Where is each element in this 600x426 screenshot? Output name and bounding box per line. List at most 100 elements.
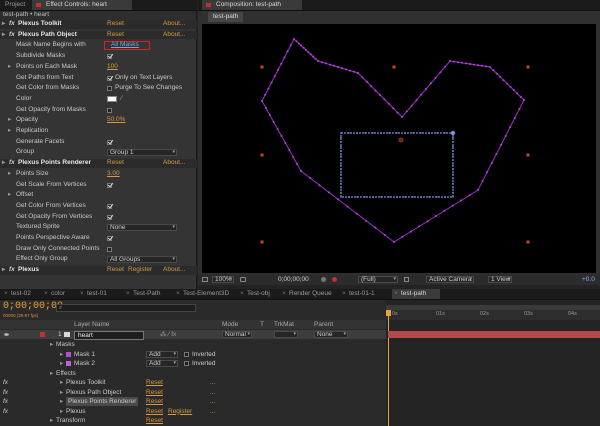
expand-triangle-icon[interactable]: ▸	[50, 340, 53, 349]
timeline-tab-test-path[interactable]: × test-path	[392, 289, 440, 299]
expand-triangle-icon[interactable]: ▸	[2, 20, 5, 29]
timeline-row-plexus-path-object[interactable]: fx ▸ Plexus Path Object Reset...	[0, 388, 386, 397]
checkbox[interactable]	[107, 214, 112, 220]
effect-row-plexus-toolkit[interactable]: ▸ fx Plexus Toolkit Reset About...	[0, 20, 197, 29]
timeline-tab-render-queue[interactable]: × Render Queue	[280, 289, 338, 299]
col-trkmat[interactable]: TrkMat	[274, 320, 294, 329]
timeline-timecode[interactable]: 0;00;00;00	[3, 301, 63, 312]
effect-row-color[interactable]: Color ⁄	[0, 95, 197, 104]
timeline-tab-test-01[interactable]: × test-01	[78, 289, 122, 299]
checkbox[interactable]	[107, 203, 112, 209]
property-value[interactable]: 100	[107, 63, 118, 72]
property-dropdown[interactable]: Group 1	[107, 149, 177, 157]
fx-icon[interactable]: fx	[9, 20, 15, 29]
show-snapshot-icon[interactable]	[321, 277, 326, 282]
effect-row-plexus-path-object[interactable]: ▸ fx Plexus Path Object Reset About...	[0, 30, 197, 40]
camera-snapshot-icon[interactable]	[240, 277, 246, 282]
reset-link[interactable]: Reset	[146, 416, 163, 425]
expand-triangle-icon[interactable]: ▸	[8, 191, 11, 200]
property-value[interactable]: 50.0%	[107, 116, 125, 125]
effect-row-plexus[interactable]: ▸ fx Plexus Reset Register About...	[0, 266, 197, 275]
layer-mode-dropdown[interactable]: Normal	[222, 331, 252, 338]
current-time-indicator[interactable]	[388, 310, 389, 426]
about-link[interactable]: About...	[163, 20, 185, 29]
property-dropdown[interactable]: All Groups	[107, 256, 177, 264]
mask-mode-dropdown[interactable]: Add	[146, 350, 178, 358]
effect-row-opacity[interactable]: ▸ Opacity 50.0%	[0, 116, 197, 125]
reset-link[interactable]: Reset	[146, 378, 163, 387]
effect-row-mask-name-begins-with[interactable]: Mask Name Begins with All Masks	[0, 41, 197, 51]
col-t[interactable]: T	[260, 320, 264, 329]
register-link[interactable]: Register	[168, 407, 192, 416]
timeline-row-transform[interactable]: ▸ Transform Reset	[0, 416, 386, 425]
fx-toggle-icon[interactable]: fx	[3, 397, 8, 406]
comp-viewer[interactable]	[198, 23, 600, 274]
timeline-tab-test-02[interactable]: × test-02	[2, 289, 40, 299]
col-parent[interactable]: Parent	[314, 320, 333, 329]
about-link[interactable]: About...	[163, 31, 185, 40]
effect-row-get-opacity-from-masks[interactable]: Get Opacity from Masks	[0, 106, 197, 115]
tab-close-icon[interactable]: ×	[126, 289, 130, 299]
tab-effect-controls[interactable]: Effect Controls: heart	[32, 0, 132, 10]
fx-toggle-icon[interactable]: fx	[3, 407, 8, 416]
tab-close-icon[interactable]: ×	[176, 289, 180, 299]
channel-icon[interactable]	[332, 277, 337, 282]
timeline-row-mask-2[interactable]: ▸ Mask 2 Add Inverted	[0, 359, 386, 368]
effect-row-group[interactable]: Group Group 1	[0, 148, 197, 157]
expand-triangle-icon[interactable]: ▸	[8, 127, 11, 136]
layer-parent-dropdown[interactable]: None	[314, 331, 348, 338]
reset-link[interactable]: Reset	[107, 31, 124, 40]
effect-row-points-on-each-mask[interactable]: ▸ Points on Each Mask 100	[0, 63, 197, 72]
checkbox[interactable]	[107, 139, 112, 145]
expand-triangle-icon[interactable]: ▸	[50, 416, 53, 425]
timeline-tab-test-path[interactable]: × Test-Path	[124, 289, 172, 299]
options-link[interactable]: ...	[210, 388, 215, 397]
color-swatch[interactable]	[107, 96, 117, 103]
fx-toggle-icon[interactable]: fx	[3, 388, 8, 397]
effect-row-draw-only-connected-points[interactable]: Draw Only Connected Points	[0, 245, 197, 254]
resolution-dropdown[interactable]: (Full)	[358, 276, 398, 283]
layer-color-label[interactable]	[40, 332, 45, 337]
mask-color-swatch[interactable]	[66, 361, 71, 366]
expand-triangle-icon[interactable]: ▸	[60, 397, 63, 406]
options-link[interactable]: ...	[210, 378, 215, 387]
timeline-search-input[interactable]: ⌕	[56, 304, 196, 312]
comp-canvas[interactable]	[198, 23, 600, 274]
expand-triangle-icon[interactable]: ▸	[8, 63, 11, 72]
expand-triangle-icon[interactable]: ▸	[50, 369, 53, 378]
expand-triangle-icon[interactable]: ▸	[60, 388, 63, 397]
checkbox[interactable]	[107, 236, 112, 241]
expand-triangle-icon[interactable]: ▸	[60, 378, 63, 387]
effect-row-get-paths-from-text[interactable]: Get Paths from Text Only on Text Layers	[0, 74, 197, 83]
timeline-graph[interactable]: 0s 01s 02s 03s 04s	[386, 300, 600, 426]
checkbox[interactable]	[107, 246, 112, 252]
checkbox[interactable]	[107, 54, 112, 60]
timeline-row-plexus[interactable]: fx ▸ Plexus Reset Register...	[0, 407, 386, 416]
grid-icon[interactable]	[202, 277, 208, 282]
tab-composition[interactable]: Composition: test-path	[202, 0, 302, 10]
tab-close-icon[interactable]: ×	[44, 289, 48, 299]
timeline-row-plexus-toolkit[interactable]: fx ▸ Plexus Toolkit Reset...	[0, 378, 386, 387]
register-link[interactable]: Register	[128, 266, 152, 275]
reset-link[interactable]: Reset	[146, 407, 163, 416]
timeline-tab-test-element3d[interactable]: × Test-Element3D	[174, 289, 236, 299]
reset-link[interactable]: Reset	[146, 388, 163, 397]
eyedropper-icon[interactable]: ⁄	[121, 95, 122, 104]
timeline-row-mask-1[interactable]: ▸ Mask 1 Add Inverted	[0, 350, 386, 359]
fx-icon[interactable]: fx	[9, 159, 15, 168]
col-layer-name[interactable]: Layer Name	[74, 320, 109, 329]
reset-link[interactable]: Reset	[107, 159, 124, 168]
tab-close-icon[interactable]: ×	[394, 289, 398, 299]
expand-triangle-icon[interactable]: ▸	[60, 407, 63, 416]
fx-icon[interactable]: fx	[9, 31, 15, 40]
options-link[interactable]: ...	[210, 397, 215, 406]
time-ruler[interactable]: 0s 01s 02s 03s 04s	[386, 310, 600, 320]
expand-triangle-icon[interactable]: ▸	[8, 116, 11, 125]
expand-triangle-icon[interactable]: ▸	[2, 159, 5, 168]
exposure-value[interactable]: +0.0	[582, 274, 595, 285]
timeline-row-masks[interactable]: ▸ Masks	[0, 340, 386, 349]
effect-row-get-color-from-masks[interactable]: Get Color from Masks Purge To See Changes	[0, 84, 197, 93]
effect-row-replication[interactable]: ▸ Replication	[0, 127, 197, 136]
col-mode[interactable]: Mode	[222, 320, 238, 329]
expand-triangle-icon[interactable]: ▸	[8, 170, 11, 179]
